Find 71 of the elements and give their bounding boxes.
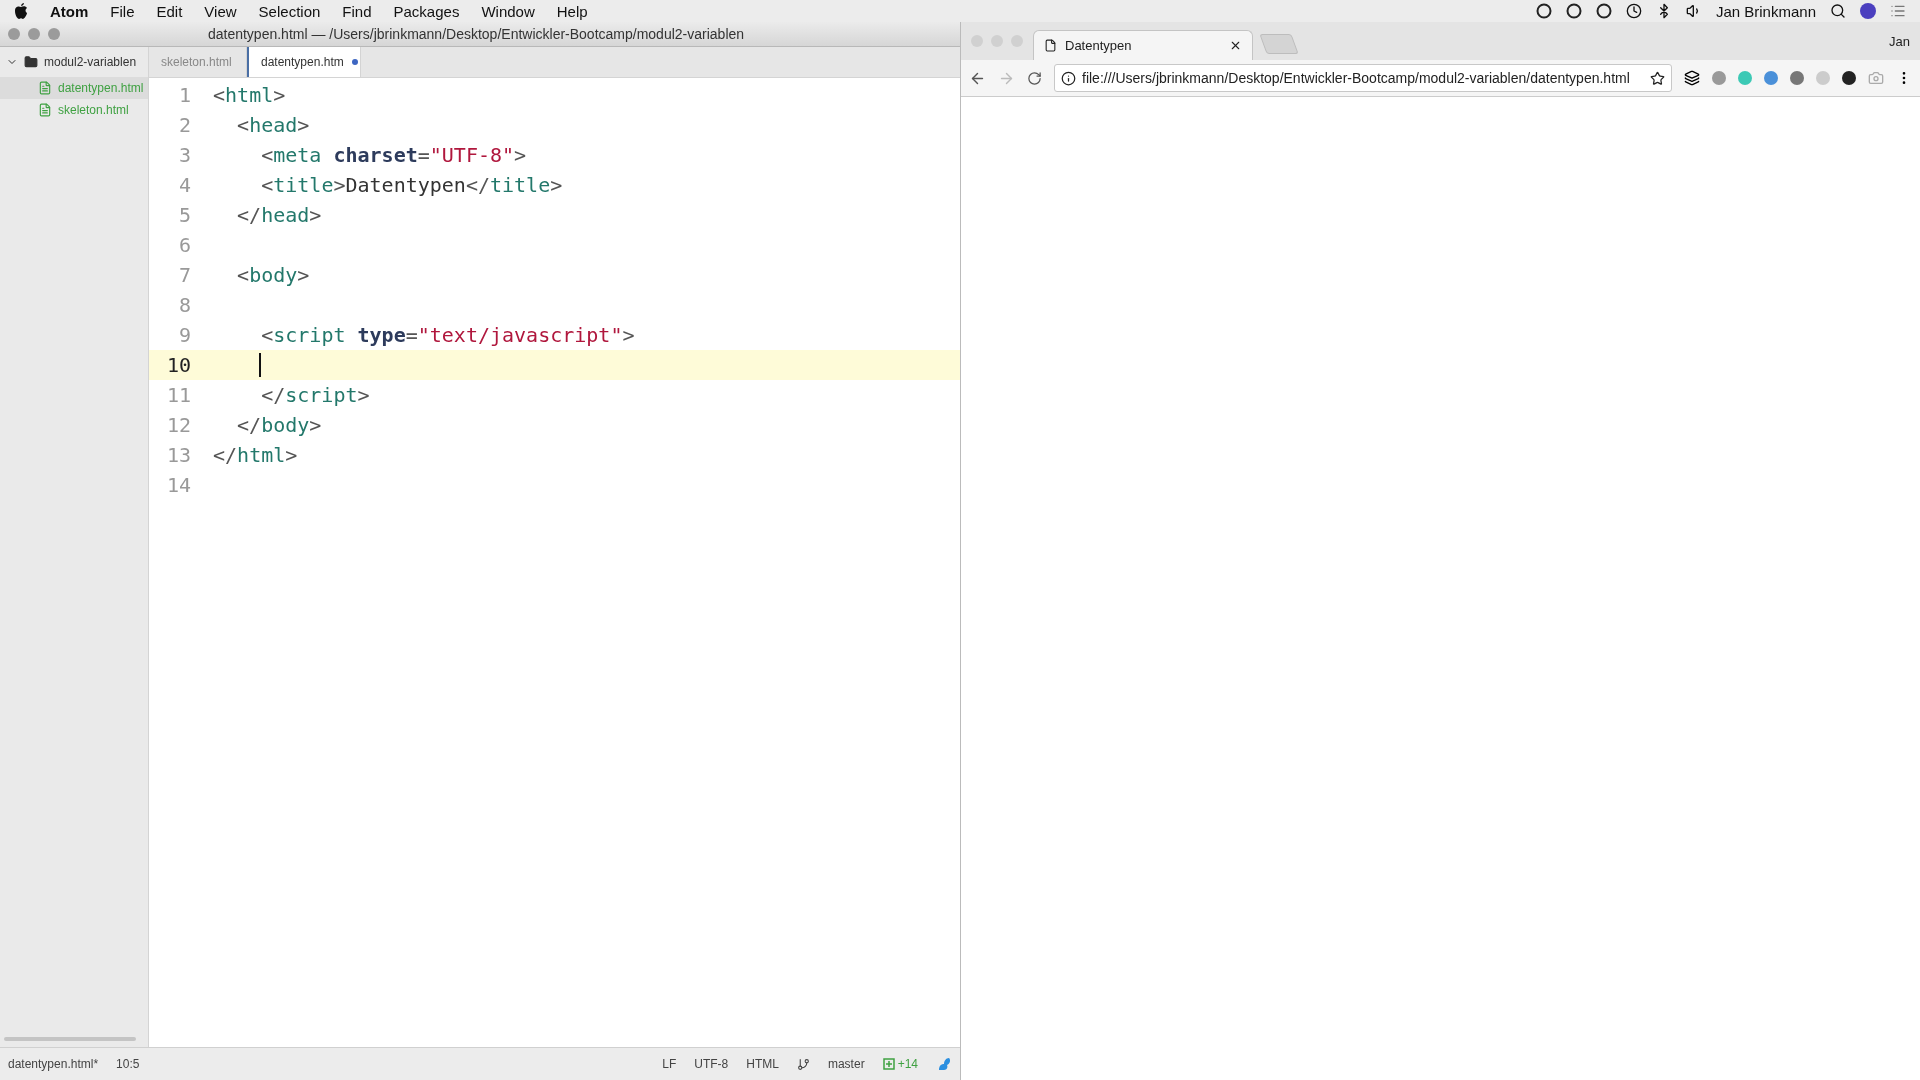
line-number: 8: [177, 293, 191, 317]
line-number: 5: [177, 203, 191, 227]
code-line: <head>: [236, 113, 310, 137]
user-name[interactable]: Jan Brinkmann: [1715, 2, 1816, 20]
project-folder[interactable]: modul2-variablen: [0, 47, 148, 77]
file-icon: [38, 81, 52, 95]
close-button[interactable]: [8, 28, 20, 40]
tab-label: datentypen.htm: [261, 55, 344, 69]
encoding[interactable]: UTF-8: [694, 1057, 729, 1071]
menu-item[interactable]: Find: [342, 2, 372, 20]
line-number: 6: [177, 233, 191, 257]
text-cursor: [259, 353, 261, 377]
code-line: <body>: [236, 263, 310, 287]
search-icon[interactable]: [1830, 3, 1846, 19]
line-number: 11: [165, 383, 191, 407]
menu-item[interactable]: Help: [556, 2, 588, 20]
minimize-button[interactable]: [28, 28, 40, 40]
status-icon[interactable]: [1565, 3, 1582, 19]
status-icon[interactable]: [1595, 3, 1612, 19]
line-number: 9: [177, 323, 191, 347]
line-ending[interactable]: LF: [662, 1057, 677, 1071]
close-tab-icon[interactable]: [1229, 39, 1242, 52]
line-number: 13: [165, 443, 191, 467]
branch-icon: [796, 1057, 810, 1071]
line-number: 1: [177, 83, 191, 107]
line-number: 3: [177, 143, 191, 167]
line-number: 7: [177, 263, 191, 287]
code-line: </html>: [213, 443, 298, 467]
code-line: <title>Datentypen</title>: [260, 173, 563, 197]
line-number: 10: [165, 353, 191, 377]
git-branch[interactable]: master: [827, 1057, 865, 1071]
browser-tab[interactable]: Datentypen: [1033, 30, 1253, 60]
zoom-button[interactable]: [48, 28, 60, 40]
extension-icon[interactable]: [1842, 71, 1856, 85]
menu-item[interactable]: Selection: [258, 2, 321, 20]
bookmark-star-icon[interactable]: [1650, 70, 1665, 86]
code-line: </script>: [260, 383, 370, 407]
menu-item[interactable]: View: [204, 2, 237, 20]
code-line: </body>: [236, 413, 322, 437]
file-icon: [38, 103, 52, 117]
code-line: <script type="text/javascript">: [260, 323, 635, 347]
code-line: </head>: [236, 203, 322, 227]
page-icon: [1044, 39, 1057, 52]
status-icon[interactable]: [1535, 3, 1552, 19]
app-menu[interactable]: Atom: [50, 2, 89, 20]
layers-icon[interactable]: [1684, 70, 1700, 86]
menu-item[interactable]: File: [110, 2, 135, 20]
menu-item[interactable]: Edit: [156, 2, 183, 20]
line-number: 14: [165, 473, 191, 497]
notification-list-icon[interactable]: [1890, 3, 1906, 19]
camera-icon[interactable]: [1868, 70, 1884, 86]
file-name[interactable]: datentypen.html*: [8, 1057, 99, 1071]
tab-label: skeleton.html: [161, 55, 232, 69]
code-line: <meta charset="UTF-8">: [260, 143, 527, 167]
line-number: 12: [165, 413, 191, 437]
line-number: 2: [177, 113, 191, 137]
code-line: <html>: [213, 83, 286, 107]
reload-icon[interactable]: [1027, 70, 1042, 86]
folder-icon: [24, 55, 38, 69]
line-number: 4: [177, 173, 191, 197]
address-bar[interactable]: file:///Users/jbrinkmann/Desktop/Entwickler-Bootcamp/modul2-variablen/datentypen.html: [1054, 64, 1672, 92]
plus-square-icon: [882, 1058, 895, 1070]
profile-name[interactable]: Jan: [1889, 33, 1910, 49]
menu-item[interactable]: Packages: [393, 2, 460, 20]
menu-item[interactable]: Window: [481, 2, 535, 20]
info-icon: [1061, 70, 1076, 86]
editor-tab[interactable]: datentypen.htm: [247, 47, 361, 77]
cursor-position[interactable]: 10:5: [116, 1057, 140, 1071]
grammar[interactable]: HTML: [746, 1057, 779, 1071]
apple-icon[interactable]: [14, 3, 28, 19]
window-title: datentypen.html — /Users/jbrinkmann/Desktop/Entwickler-Bootcamp/modul2-variablen: [206, 26, 746, 42]
